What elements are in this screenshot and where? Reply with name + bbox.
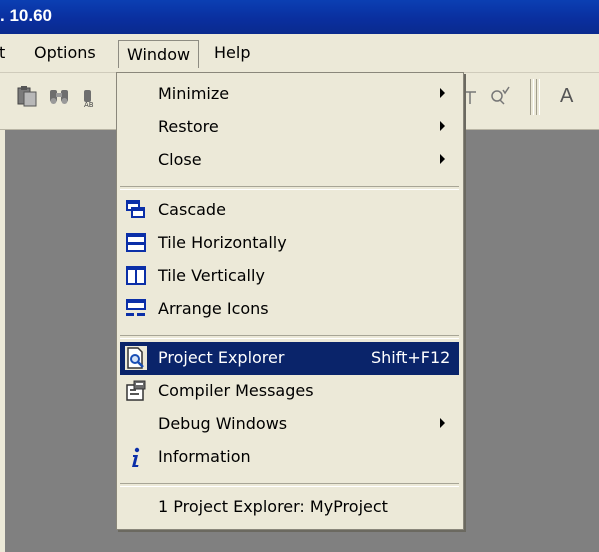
binoculars-icon[interactable] — [47, 84, 71, 108]
toolbar-separator — [530, 79, 534, 115]
menu-item-label: Compiler Messages — [158, 381, 314, 400]
clipboard-icon[interactable] — [15, 84, 39, 108]
menu-item-compiler-messages[interactable]: Compiler Messages — [120, 375, 459, 408]
tile-vertical-icon — [125, 264, 147, 288]
menu-item-tile-horizontally[interactable]: Tile Horizontally — [120, 227, 459, 260]
svg-text:AB: AB — [84, 101, 94, 108]
information-icon — [125, 445, 147, 469]
cascade-icon — [125, 198, 147, 222]
menu-item-information[interactable]: Information — [120, 441, 459, 474]
menu-bar: t Options Window Help — [0, 34, 599, 73]
menu-item-minimize[interactable]: Minimize — [120, 78, 459, 111]
menu-item-project-explorer[interactable]: Project Explorer Shift+F12 — [120, 342, 459, 375]
menu-item-label: Minimize — [158, 84, 230, 103]
font-icon[interactable]: A — [560, 85, 573, 108]
menu-options[interactable]: Options — [26, 42, 104, 64]
menu-window[interactable]: Window — [118, 40, 200, 68]
submenu-arrow-icon — [440, 418, 445, 428]
find-next-icon[interactable]: AB — [80, 84, 104, 109]
menu-item-cascade[interactable]: Cascade — [120, 194, 459, 227]
zoom-out-icon[interactable] — [462, 84, 486, 108]
zoom-check-icon[interactable] — [488, 84, 512, 108]
submenu-arrow-icon — [440, 88, 445, 98]
menu-separator — [120, 186, 459, 190]
window-menu-dropdown: Minimize Restore Close Cascade Tile Hori… — [116, 72, 464, 530]
arrange-icons-icon — [125, 297, 147, 321]
menu-item-label: Project Explorer — [158, 348, 285, 367]
menu-item-label: Restore — [158, 117, 219, 136]
menu-item-label: Information — [158, 447, 251, 466]
menu-edit-partial[interactable]: t — [0, 42, 13, 64]
submenu-arrow-icon — [440, 154, 445, 164]
menu-item-label: Debug Windows — [158, 414, 288, 433]
submenu-arrow-icon — [440, 121, 445, 131]
tile-horizontal-icon — [125, 231, 147, 255]
menu-item-debug-windows[interactable]: Debug Windows — [120, 408, 459, 441]
menu-item-label: 1 Project Explorer: MyProject — [158, 497, 388, 516]
menu-item-tile-vertically[interactable]: Tile Vertically — [120, 260, 459, 293]
menu-help[interactable]: Help — [206, 42, 258, 64]
menu-separator — [120, 483, 459, 487]
menu-item-label: Close — [158, 150, 202, 169]
menu-separator — [120, 335, 459, 339]
menu-item-label: Arrange Icons — [158, 299, 269, 318]
workspace-edge — [0, 130, 5, 552]
title-bar: . 10.60 — [0, 0, 599, 34]
menu-item-restore[interactable]: Restore — [120, 111, 459, 144]
menu-item-label: Cascade — [158, 200, 226, 219]
compiler-messages-icon — [125, 379, 147, 403]
menu-item-label: Tile Vertically — [158, 266, 265, 285]
menu-item-label: Tile Horizontally — [158, 233, 287, 252]
menu-item-arrange-icons[interactable]: Arrange Icons — [120, 293, 459, 326]
menu-item-shortcut: Shift+F12 — [371, 348, 451, 367]
menu-item-close[interactable]: Close — [120, 144, 459, 177]
project-explorer-icon — [125, 346, 147, 370]
window-title: . 10.60 — [0, 6, 52, 25]
menu-item-recent-window[interactable]: 1 Project Explorer: MyProject — [120, 491, 459, 524]
toolbar-separator — [536, 79, 540, 115]
